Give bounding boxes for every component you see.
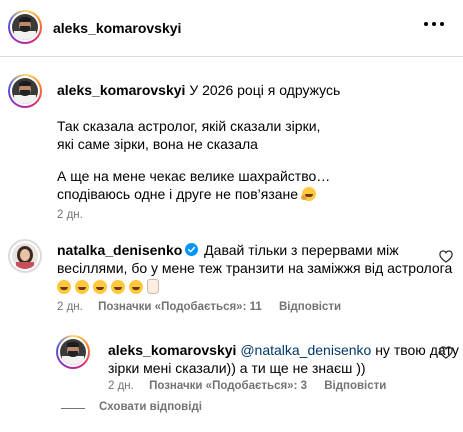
verified-badge-icon [185,243,199,256]
caption-para1-line1: Так сказала астролог, якій сказали зірки… [57,118,321,134]
caption-para1-line2: які саме зірки, вона не сказала [57,136,258,152]
reply-time[interactable]: 2 дн. [108,380,134,392]
hide-replies-button[interactable]: Сховати відповіді [99,401,202,413]
victory-hand-emoji-icon [147,279,159,294]
caption-para2-line2: сподіваюсь одне і друге не пов’язане [57,186,299,202]
reply-mention-link[interactable]: @natalka_denisenko [240,342,371,358]
post-header: aleks_komarovskyi [0,0,463,57]
comment-avatar[interactable] [8,239,42,273]
comment-emoji-row [57,279,159,295]
caption-username[interactable]: aleks_komarovskyi [57,82,185,98]
header-avatar[interactable] [8,10,42,44]
reply-likes-count[interactable]: Позначки «Подобається»: 3 [149,380,307,392]
thinking-face-emoji-icon [300,187,316,201]
caption-para2-line2-wrap: сподіваюсь одне і друге не пов’язане [57,185,320,203]
laughing-crying-emoji-icon [75,280,89,294]
caption-first-line: aleks_komarovskyi У 2026 році я одружусь [57,81,340,99]
caption-avatar[interactable] [8,74,42,108]
header-username[interactable]: aleks_komarovskyi [53,20,181,36]
laughing-crying-emoji-icon [111,280,125,294]
caption-para2-line1: А ще на мене чекає велике шахрайство… [57,168,331,184]
reply-like-heart-icon[interactable] [439,346,453,359]
caption-time[interactable]: 2 дн. [57,209,83,221]
comment-likes-count[interactable]: Позначки «Подобається»: 11 [98,301,262,313]
reply-meta: 2 дн. Позначки «Подобається»: 3 Відповіс… [108,380,386,392]
comment-text-line2: весіллями, бо у мене теж транзити на зам… [57,260,453,276]
more-options-icon[interactable] [424,22,444,28]
reply-line1: aleks_komarovskyi @natalka_denisenko ну … [108,341,459,359]
hide-replies-row[interactable]: Сховати відповіді [61,401,221,415]
comment-meta: 2 дн. Позначки «Подобається»: 11 Відпові… [57,301,341,313]
laughing-crying-emoji-icon [93,280,107,294]
reply-reply-button[interactable]: Відповісти [324,380,386,392]
comment-time[interactable]: 2 дн. [57,301,83,313]
comment-username[interactable]: natalka_denisenko [57,242,182,258]
caption-text-line1: У 2026 році я одружусь [189,82,341,98]
hide-replies-divider [61,408,85,409]
reply-text-line2: зірки мені сказали)) а ти ще не знаєш )) [108,360,366,376]
reply-username[interactable]: aleks_komarovskyi [108,342,236,358]
laughing-crying-emoji-icon [129,280,143,294]
comment-text-line1: Давай тільки з перервами між [204,242,399,258]
comment-line1: natalka_denisenko Давай тільки з перерва… [57,241,399,259]
laughing-crying-emoji-icon [57,280,71,294]
comment-reply-button[interactable]: Відповісти [279,301,341,313]
reply-avatar[interactable] [56,335,90,369]
comment-like-heart-icon[interactable] [439,250,453,263]
